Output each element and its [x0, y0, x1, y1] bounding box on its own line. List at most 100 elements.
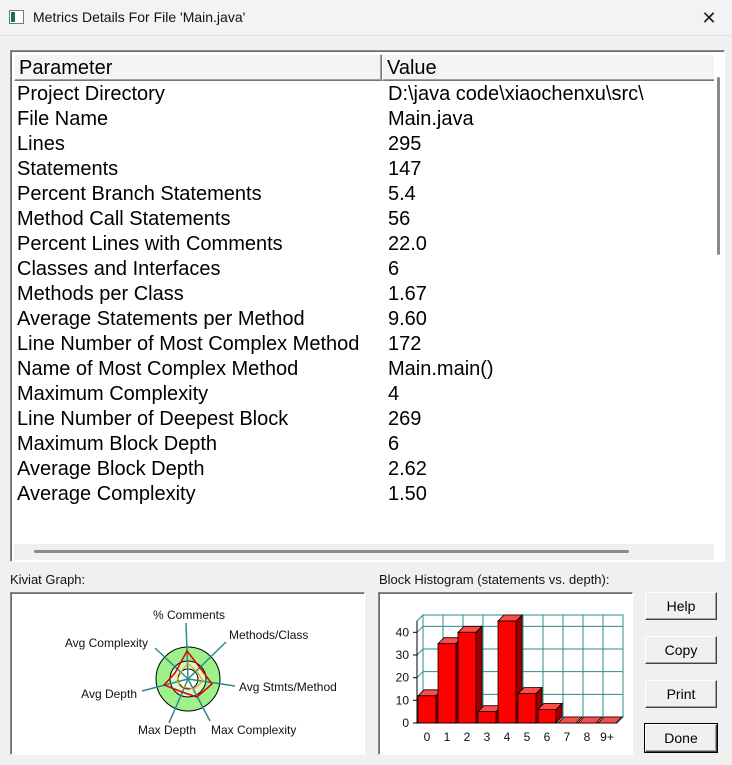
value-cell: 22.0	[388, 233, 427, 255]
x-tick-label: 0	[424, 730, 431, 744]
table-row[interactable]: Method Call Statements 56	[14, 207, 714, 232]
parameter-cell: Name of Most Complex Method	[17, 358, 299, 380]
table-row[interactable]: Project Directory D:\java code\xiaochenxu…	[14, 82, 714, 107]
value-cell: 172	[388, 333, 422, 355]
x-tick-label: 6	[544, 730, 551, 744]
close-button[interactable]: ✕	[686, 0, 732, 36]
table-row[interactable]: Classes and Interfaces 6	[14, 257, 714, 282]
parameter-cell: Method Call Statements	[17, 208, 231, 230]
histogram-bar	[537, 709, 557, 724]
app-icon	[9, 10, 24, 24]
table-rows: Project Directory D:\java code\xiaochenxu…	[14, 82, 714, 507]
help-button[interactable]: Help	[645, 592, 717, 620]
parameter-cell: Line Number of Deepest Block	[17, 408, 289, 430]
histogram-gridline	[416, 625, 424, 633]
y-tick-label: 40	[396, 625, 410, 639]
histogram-label: Block Histogram (statements vs. depth):	[379, 572, 610, 587]
histogram-bar	[417, 695, 437, 724]
value-cell: 1.67	[388, 283, 427, 305]
table-row[interactable]: Maximum Complexity 4	[14, 382, 714, 407]
title-bar: Metrics Details For File 'Main.java' ✕	[0, 0, 732, 36]
y-tick-label: 20	[396, 671, 410, 685]
x-tick-label: 9+	[600, 730, 614, 744]
histogram-bar	[457, 631, 477, 724]
value-cell: 147	[388, 158, 422, 180]
kiviat-graph: % Comments Methods/Class Avg Stmts/Method M…	[65, 608, 337, 737]
column-header-value[interactable]: Value	[382, 54, 717, 81]
copy-button[interactable]: Copy	[645, 636, 717, 664]
histogram-bar	[517, 693, 537, 724]
value-cell: 2.62	[388, 458, 427, 480]
histogram-bar	[497, 620, 517, 724]
table-header: Parameter Value	[14, 54, 717, 81]
y-tick-label: 0	[402, 716, 409, 730]
kiviat-axis-label: Avg Depth	[81, 687, 137, 701]
x-tick-label: 3	[484, 730, 491, 744]
histogram-bar	[477, 711, 497, 724]
parameter-cell: Percent Branch Statements	[17, 183, 262, 205]
histogram-gridline	[416, 648, 424, 656]
table-row[interactable]: Maximum Block Depth 6	[14, 432, 714, 457]
parameter-cell: Average Statements per Method	[17, 308, 305, 330]
table-row[interactable]: Methods per Class 1.67	[14, 282, 714, 307]
table-row[interactable]: Average Block Depth 2.62	[14, 457, 714, 482]
table-row[interactable]: Line Number of Most Complex Method 172	[14, 332, 714, 357]
parameter-cell: Lines	[17, 133, 65, 155]
table-row[interactable]: Name of Most Complex Method Main.main()	[14, 357, 714, 382]
parameter-cell: Maximum Block Depth	[17, 433, 218, 455]
kiviat-label: Kiviat Graph:	[10, 572, 86, 587]
done-button[interactable]: Done	[645, 724, 717, 752]
kiviat-axis-label: Avg Stmts/Method	[239, 680, 337, 694]
x-tick-label: 5	[524, 730, 531, 744]
kiviat-axis-label: Max Depth	[138, 723, 196, 737]
y-tick-label: 10	[396, 693, 410, 707]
x-tick-label: 8	[584, 730, 591, 744]
kiviat-axis-label: Avg Complexity	[65, 636, 148, 650]
metrics-table: Parameter Value Project Directory D:\java…	[10, 50, 725, 562]
kiviat-axis-label: Max Complexity	[211, 723, 296, 737]
horizontal-scrollbar[interactable]	[14, 544, 714, 560]
table-row[interactable]: Statements 147	[14, 157, 714, 182]
table-row[interactable]: Average Statements per Method 9.60	[14, 307, 714, 332]
parameter-cell: Percent Lines with Comments	[17, 233, 283, 255]
parameter-cell: Average Block Depth	[17, 458, 205, 480]
value-cell: 6	[388, 433, 400, 455]
vertical-scrollbar[interactable]	[714, 54, 724, 544]
window-title: Metrics Details For File 'Main.java'	[33, 9, 246, 25]
table-row[interactable]: Line Number of Deepest Block 269	[14, 407, 714, 432]
histogram-bar	[437, 643, 457, 724]
column-header-parameter[interactable]: Parameter	[14, 54, 382, 81]
value-cell: Main.main()	[388, 358, 494, 380]
kiviat-graph-panel: % Comments Methods/Class Avg Stmts/Method M…	[10, 592, 365, 755]
parameter-cell: Average Complexity	[17, 483, 196, 505]
y-tick-label: 30	[396, 648, 410, 662]
parameter-cell: Classes and Interfaces	[17, 258, 221, 280]
table-row[interactable]: Lines 295	[14, 132, 714, 157]
value-cell: 1.50	[388, 483, 427, 505]
value-cell: 56	[388, 208, 411, 230]
value-cell: 9.60	[388, 308, 427, 330]
table-row[interactable]: Percent Lines with Comments 22.0	[14, 232, 714, 257]
kiviat-axis-label: % Comments	[153, 608, 225, 622]
parameter-cell: Maximum Complexity	[17, 383, 209, 405]
table-row[interactable]: File Name Main.java	[14, 107, 714, 132]
horizontal-scroll-thumb[interactable]	[34, 550, 629, 553]
parameter-cell: File Name	[17, 108, 109, 130]
block-histogram: 0102030400 1 2 3 4 5 6 7 8 9+	[396, 613, 625, 744]
kiviat-axis-label: Methods/Class	[229, 628, 308, 642]
x-tick-label: 7	[564, 730, 571, 744]
parameter-cell: Statements	[17, 158, 119, 180]
value-cell: 5.4	[388, 183, 416, 205]
value-cell: 295	[388, 133, 422, 155]
value-cell: 6	[388, 258, 400, 280]
table-row[interactable]: Average Complexity 1.50	[14, 482, 714, 507]
value-cell: 269	[388, 408, 422, 430]
value-cell: 4	[388, 383, 400, 405]
x-tick-label: 1	[444, 730, 451, 744]
block-histogram-panel: 0 10 20 30 40 0 1 2 3 4 5 6 7 8 9+	[378, 592, 633, 755]
table-row[interactable]: Percent Branch Statements 5.4	[14, 182, 714, 207]
parameter-cell: Line Number of Most Complex Method	[17, 333, 360, 355]
x-tick-label: 4	[504, 730, 511, 744]
print-button[interactable]: Print	[645, 680, 717, 708]
vertical-scroll-thumb[interactable]	[717, 77, 720, 255]
